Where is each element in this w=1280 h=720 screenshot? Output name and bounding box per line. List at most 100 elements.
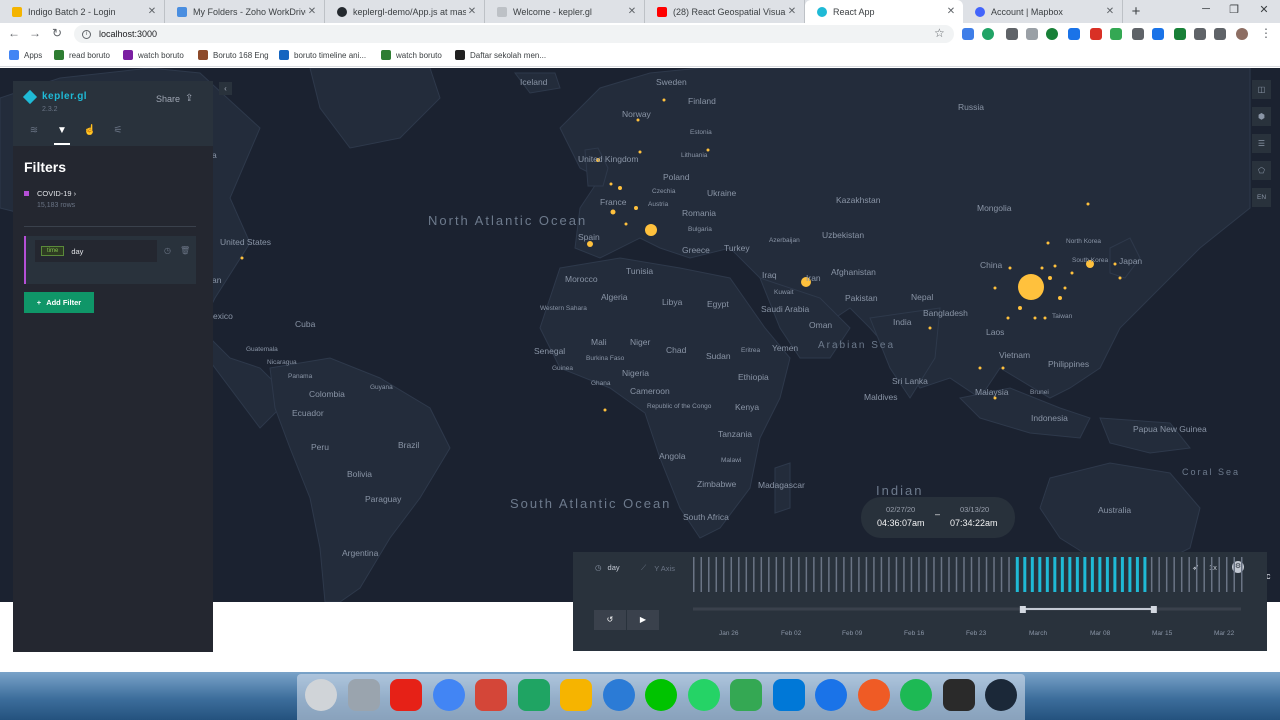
close-icon[interactable]: ✕ [1104,6,1116,17]
epic-games-app-icon[interactable] [942,679,975,711]
tab-react-app[interactable]: React App ✕ [805,0,963,23]
info-icon[interactable]: i [82,29,91,39]
plus-icon: + [36,298,42,307]
kebab-menu-icon[interactable]: ⋮ [1259,26,1273,40]
tab-map-settings[interactable]: ⚟ [110,125,126,139]
add-filter-button[interactable]: + Add Filter [24,292,94,313]
spotify-app-icon[interactable] [900,679,932,711]
clock-app-icon[interactable] [305,679,337,711]
puzzle-icon[interactable] [1194,28,1206,40]
forward-icon[interactable]: → [28,26,42,40]
vscode-app-icon[interactable] [772,679,805,711]
histogram-bar [753,557,755,592]
location-app-icon[interactable] [815,679,847,711]
tab-youtube[interactable]: (28) React Geospatial Visualizatio ✕ [645,0,805,23]
histogram-bar [1158,557,1160,592]
extension-icon[interactable] [1026,28,1038,40]
extension-icon[interactable] [1152,28,1164,40]
reload-icon[interactable]: ↻ [50,26,64,40]
split-map-icon[interactable]: ◫ [1252,80,1271,99]
trash-icon[interactable]: 🗑 [180,246,190,255]
trash-app-icon[interactable] [347,679,380,711]
tab-indigo[interactable]: Indigo Batch 2 - Login ✕ [0,0,165,23]
share-button[interactable]: Share ⇪ [156,93,193,104]
tab-strip: Indigo Batch 2 - Login ✕ My Folders - Zo… [0,0,1280,23]
tab-kepler-welcome[interactable]: Welcome - kepler.gl ✕ [485,0,645,23]
mapbox-favicon-icon [975,6,985,17]
histogram-bar [1203,557,1205,592]
extension-icon[interactable] [1006,28,1018,40]
dataset-title[interactable]: COVID-19 › [24,189,76,198]
new-tab-button[interactable]: + [1128,3,1144,20]
close-icon[interactable]: ✕ [306,6,318,17]
back-icon[interactable]: ← [7,26,21,40]
map-label: Guatemala [246,346,278,353]
minimize-icon[interactable]: ─ [1198,3,1214,15]
line-app-icon[interactable] [645,679,677,711]
bookmark-read-boruto[interactable]: read boruto [54,50,110,60]
extension-icon[interactable] [1090,28,1102,40]
url-text: localhost:3000 [99,29,158,39]
extension-icon[interactable] [1110,28,1122,40]
whatsapp-app-icon[interactable] [687,679,720,711]
histogram-bar [715,557,718,592]
map-label: South Africa [683,512,729,522]
3d-map-icon[interactable]: ⬢ [1252,107,1271,126]
bookmark-daftar-sekolah[interactable]: Daftar sekolah men... [455,50,546,60]
close-window-icon[interactable]: ✕ [1256,3,1272,16]
clock-icon[interactable]: ◷ [164,246,171,255]
extension-icon[interactable] [1132,28,1144,40]
close-icon[interactable]: ✕ [146,6,158,17]
legend-icon[interactable]: ☰ [1252,134,1271,153]
map-label: Mali [591,337,607,347]
browser-toolbar: ← → ↻ i localhost:3000 ☆ ⋮ [0,23,1280,45]
map-label: Republic of the Congo [647,403,712,410]
avatar[interactable] [1236,28,1248,40]
slider-handle-end[interactable] [1150,606,1157,613]
slider-handle-start[interactable] [1019,606,1026,613]
chrome-app-icon[interactable] [432,679,465,711]
steam-app-icon[interactable] [985,679,1017,711]
filter-field-selector[interactable]: time day [35,240,157,262]
gmail-app-icon[interactable] [475,679,507,711]
tab-layers[interactable]: ≋ [26,125,42,139]
tab-zoho[interactable]: My Folders - Zoho WorkDrive ✕ [165,0,325,23]
extension-icon[interactable] [962,28,974,40]
keep-app-icon[interactable] [560,679,592,711]
address-bar[interactable]: i localhost:3000 [74,25,954,43]
youtube-app-icon[interactable] [390,679,422,711]
histogram-bar [888,557,890,592]
locale-button[interactable]: EN [1252,188,1271,207]
playlist-icon[interactable] [1214,28,1226,40]
extension-icon[interactable] [1174,28,1186,40]
bookmark-label: boruto timeline ani... [294,50,367,60]
collapse-panel-button[interactable]: ‹ [219,82,232,95]
bookmark-apps[interactable]: Apps [9,50,42,60]
close-icon[interactable]: ✕ [945,6,957,17]
postman-app-icon[interactable] [857,679,890,711]
maximize-icon[interactable]: ❐ [1226,3,1242,16]
bookmark-boruto-168[interactable]: Boruto 168 Eng [198,50,269,60]
extension-icon[interactable] [982,28,994,40]
earth-app-icon[interactable] [602,679,635,711]
bookmark-star-icon[interactable]: ☆ [934,26,945,40]
drive-app-icon[interactable] [517,679,550,711]
close-icon[interactable]: ✕ [466,6,478,17]
close-icon[interactable]: ✕ [626,6,638,17]
map-label: Nepal [911,292,934,302]
extension-icon[interactable] [1068,28,1080,40]
tab-interactions[interactable]: ☝ [82,125,98,139]
maps-app-icon[interactable] [730,679,762,711]
bookmark-watch-boruto-2[interactable]: watch boruto [381,50,442,60]
map-label: Brazil [398,440,420,450]
bookmark-boruto-timeline[interactable]: boruto timeline ani... [279,50,366,60]
bookmark-watch-boruto[interactable]: watch boruto [123,50,184,60]
map-label: Czechia [652,188,676,195]
extension-icon[interactable] [1046,28,1058,40]
draw-polygon-icon[interactable]: ⬠ [1252,161,1271,180]
tab-github[interactable]: keplergl-demo/App.js at master ✕ [325,0,485,23]
tab-filters[interactable]: ▼ [54,125,70,145]
tab-mapbox[interactable]: Account | Mapbox ✕ [963,0,1123,23]
map-label: Malawi [721,457,742,464]
close-icon[interactable]: ✕ [786,6,798,17]
